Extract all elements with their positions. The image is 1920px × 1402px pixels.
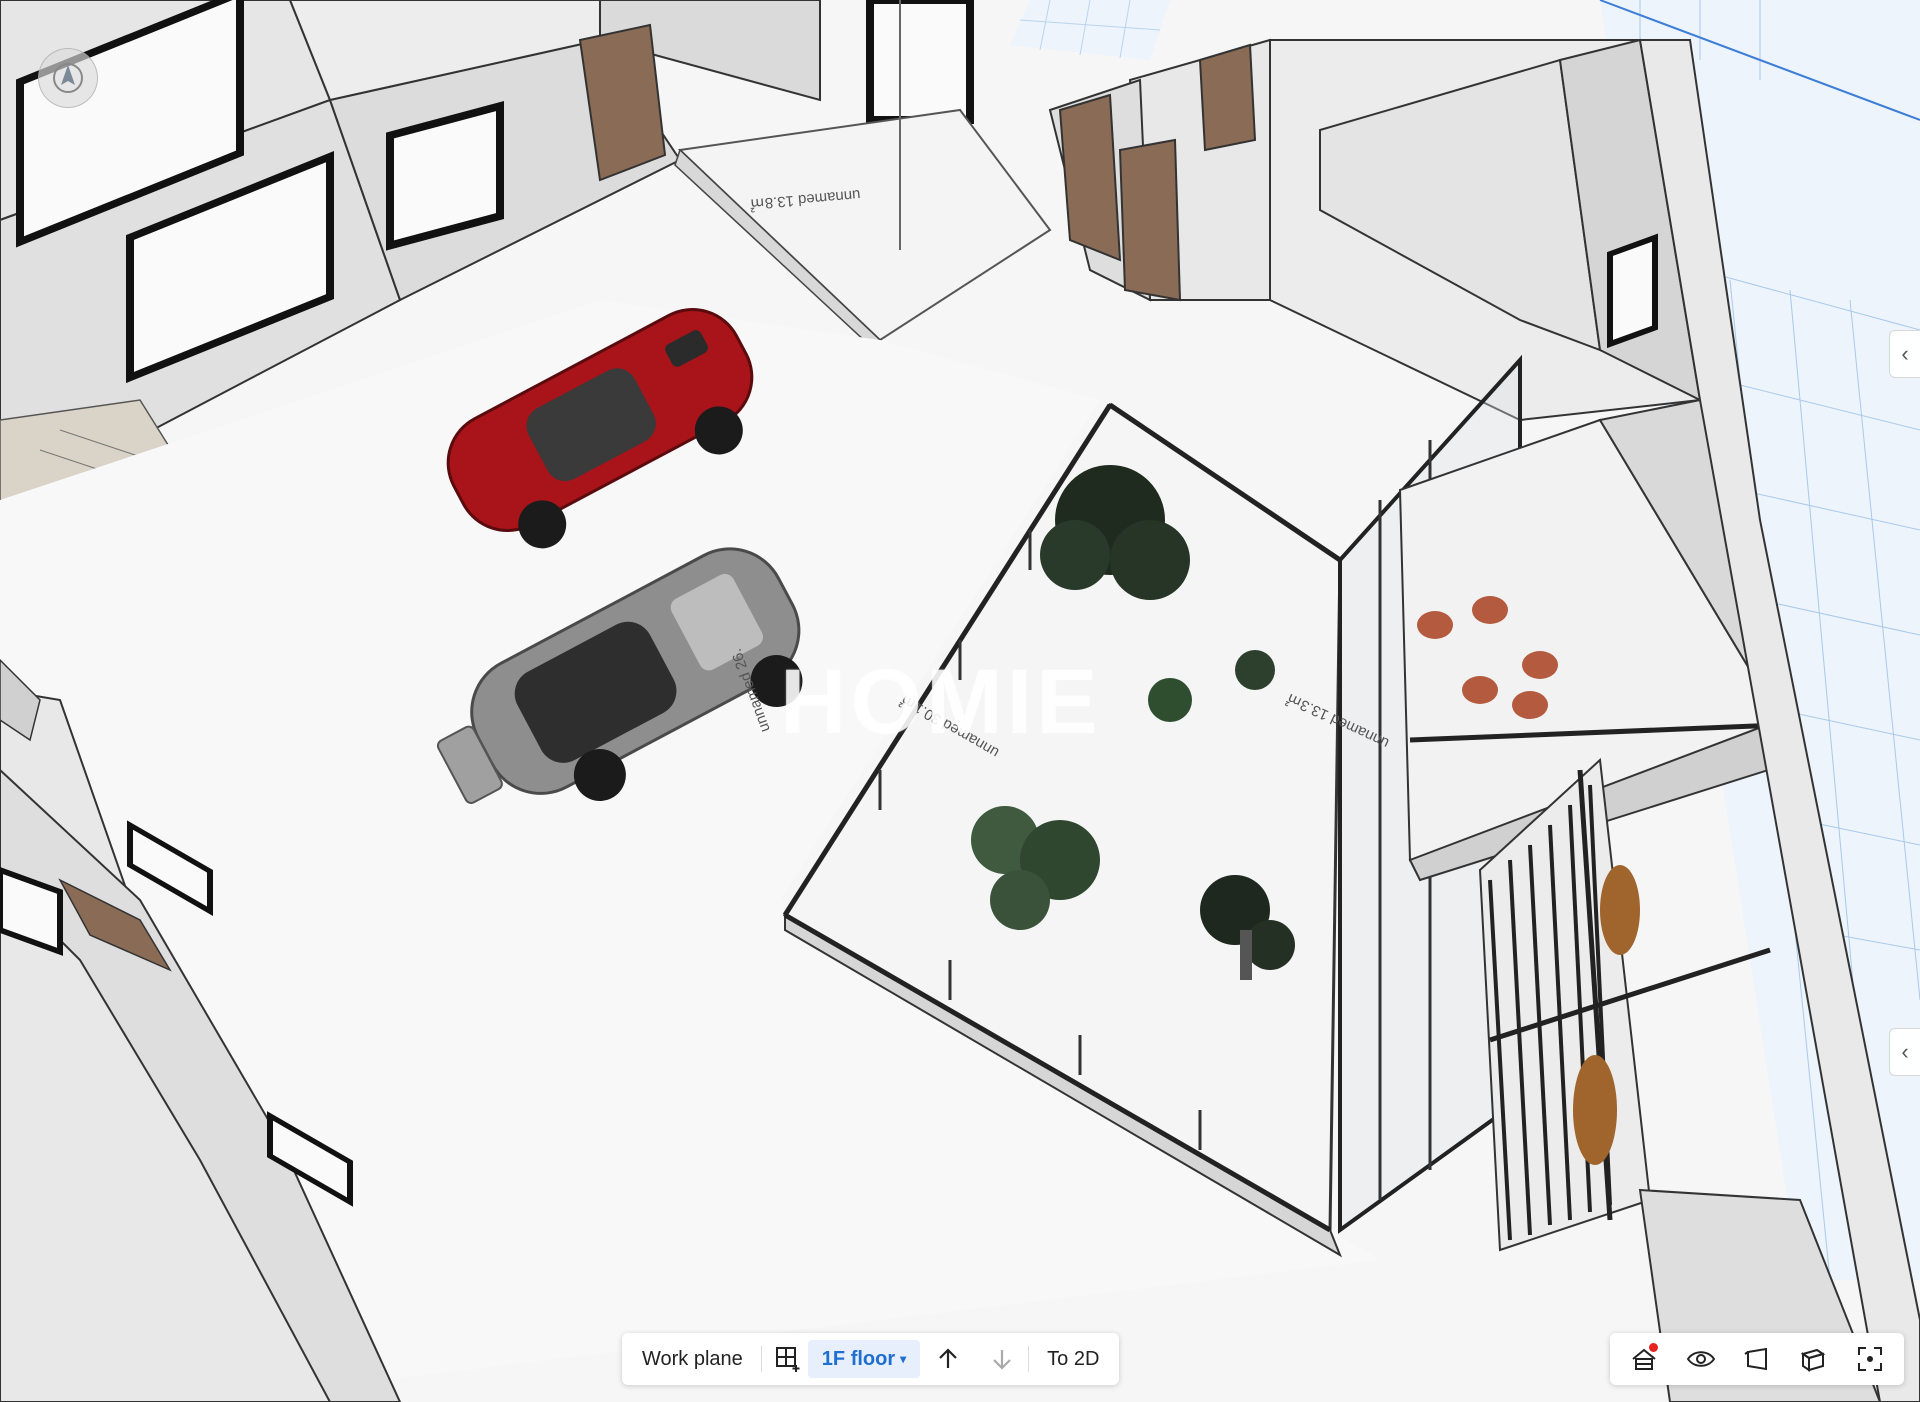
3d-viewport[interactable]: unnamed 13.8㎡ unnamed 30.1㎡ unnamed 26. …	[0, 0, 1920, 1402]
chevron-left-icon: ‹	[1901, 1039, 1909, 1064]
work-plane-button[interactable]: Work plane	[630, 1348, 755, 1371]
floor-selector[interactable]: 1F floor ▾	[807, 1340, 921, 1378]
grid-add-icon[interactable]	[768, 1339, 808, 1379]
cube-icon[interactable]	[1793, 1339, 1833, 1379]
caret-down-icon: ▾	[900, 1352, 907, 1366]
eye-icon[interactable]	[1681, 1339, 1721, 1379]
roof-icon[interactable]	[1624, 1339, 1664, 1379]
toolbar-divider	[1028, 1346, 1030, 1372]
chevron-left-icon: ‹	[1901, 341, 1909, 366]
floor-label: 1F floor	[821, 1347, 896, 1370]
floor-toolbar: Work plane 1F floor ▾ To 2D	[622, 1333, 1120, 1385]
fullscreen-icon[interactable]	[1850, 1339, 1890, 1379]
to-2d-button[interactable]: To 2D	[1035, 1348, 1111, 1371]
plane-icon[interactable]	[1737, 1339, 1777, 1379]
right-panel-toggle-bottom[interactable]: ‹	[1889, 1028, 1920, 1076]
compass-icon[interactable]	[38, 48, 98, 108]
right-panel-toggle-top[interactable]: ‹	[1889, 330, 1920, 378]
floor-plan-3d-scene[interactable]: unnamed 13.8㎡ unnamed 30.1㎡ unnamed 26. …	[0, 0, 1920, 1402]
view-tools	[1610, 1333, 1904, 1385]
toolbar-divider	[760, 1346, 762, 1372]
arrow-down-icon[interactable]	[982, 1339, 1022, 1379]
arrow-up-icon[interactable]	[928, 1339, 968, 1379]
